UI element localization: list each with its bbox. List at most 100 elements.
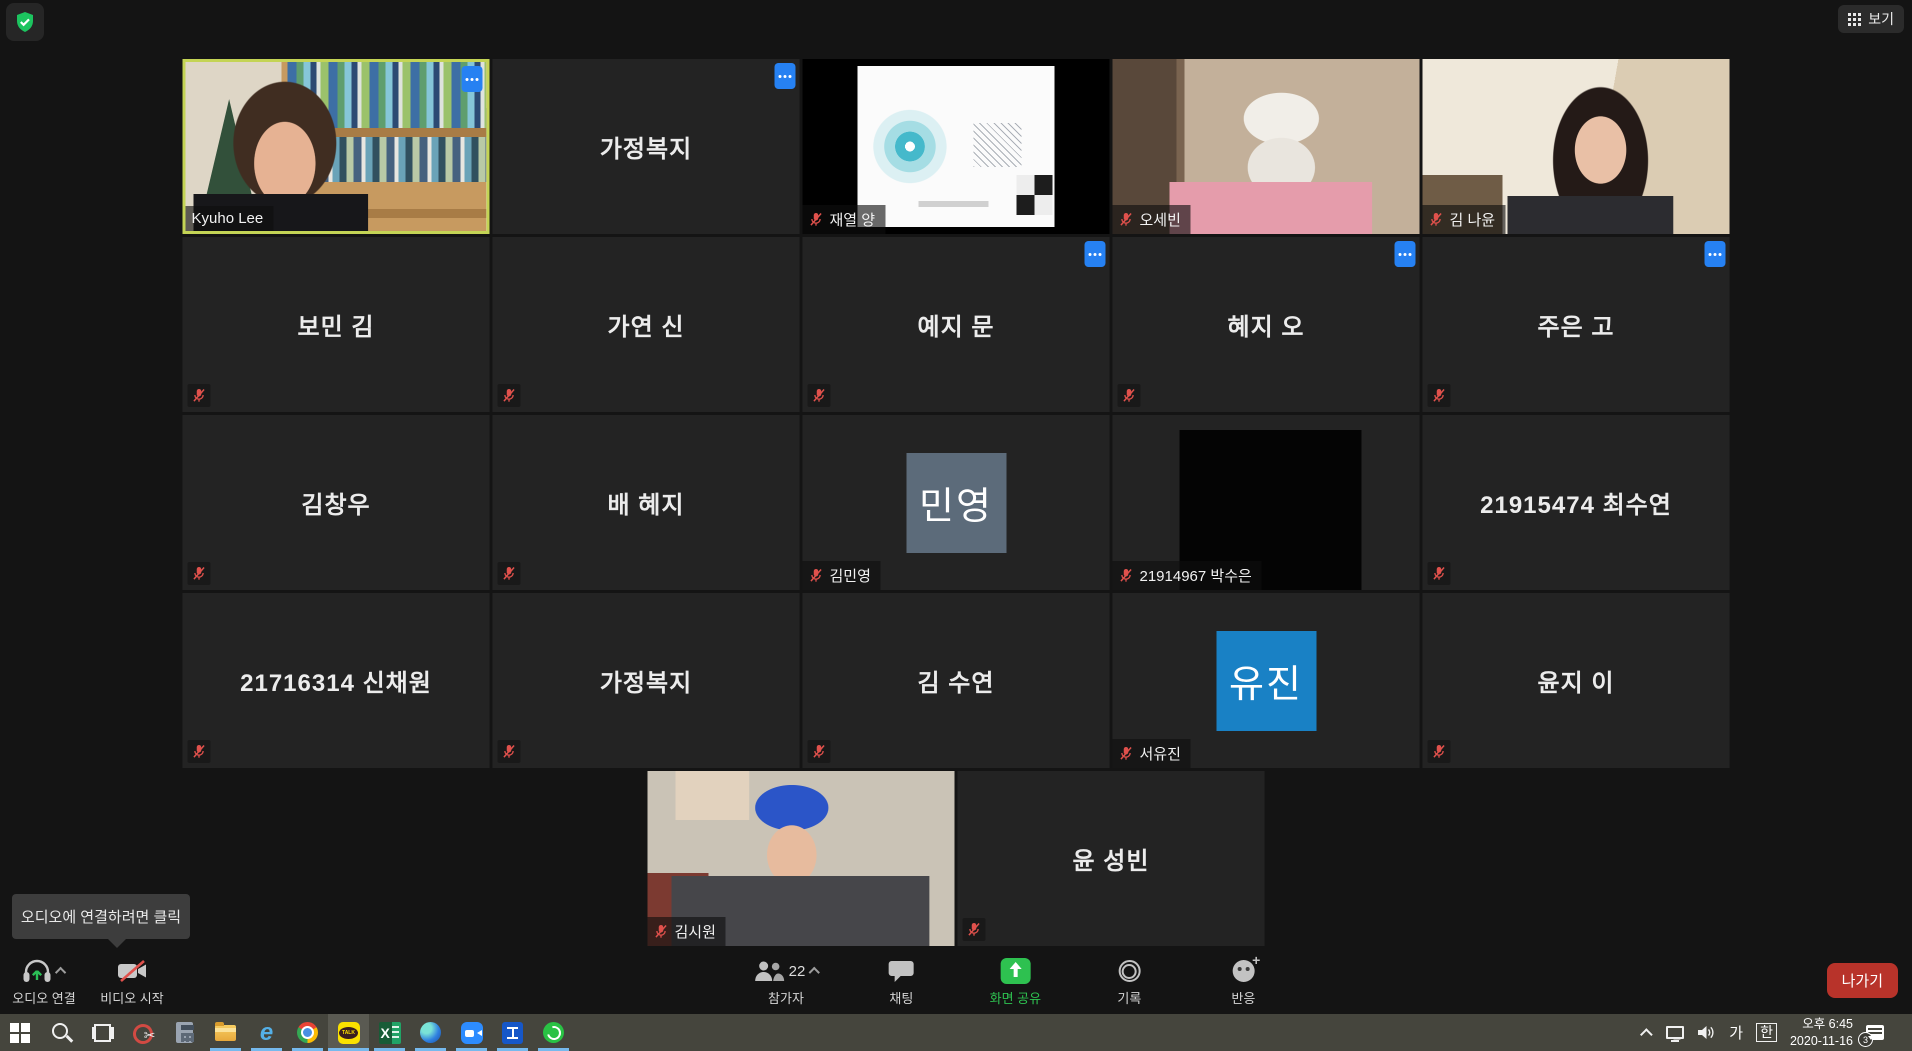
network-icon[interactable] [1666, 1026, 1684, 1039]
taskbar-zoom-button[interactable] [451, 1014, 492, 1051]
participant-tile-gayeon-shin[interactable]: 가연 신 [493, 237, 800, 412]
tile-options-button[interactable] [462, 66, 483, 92]
participant-name: 보민 김 [183, 237, 490, 412]
participant-label-text: 오세빈 [1140, 209, 1181, 230]
participant-tile-yeji-mun[interactable]: 예지 문 [803, 237, 1110, 412]
muted-mic-icon [1119, 212, 1134, 227]
tile-options-button[interactable] [1395, 241, 1416, 267]
system-tray: 가 한 오후 6:45 2020-11-16 3 [1644, 1014, 1912, 1051]
taskbar-excel-button[interactable]: X [369, 1014, 410, 1051]
participant-name: 가정복지 [493, 593, 800, 768]
participant-tile-kim-minyeong[interactable]: 민영김민영 [803, 415, 1110, 590]
video-grid: Kyuho Lee가정복지재열 양오세빈김 나윤보민 김가연 신예지 문혜지 오… [183, 59, 1730, 946]
participant-tile-kim-nayun[interactable]: 김 나윤 [1423, 59, 1730, 234]
taskbar-calculator-button[interactable] [164, 1014, 205, 1051]
participant-tile-kim-changwoo[interactable]: 김창우 [183, 415, 490, 590]
participant-tile-kim-siwon[interactable]: 김시원 [648, 771, 955, 946]
participant-name: 주은 고 [1423, 237, 1730, 412]
reactions-button[interactable]: 반응 [1211, 957, 1275, 1007]
participants-chevron-icon[interactable] [808, 967, 819, 978]
participant-label-text: 재열 양 [830, 209, 876, 230]
taskbar-clock[interactable]: 오후 6:45 2020-11-16 [1790, 1016, 1853, 1050]
muted-mic-icon [498, 562, 521, 585]
share-screen-button[interactable]: 화면 공유 [983, 957, 1047, 1007]
muted-mic-icon [808, 740, 831, 763]
muted-mic-icon [809, 568, 824, 583]
participant-label: 21914967 박수은 [1113, 561, 1262, 590]
tile-options-button[interactable] [1085, 241, 1106, 267]
participant-tile-yun-seongbin[interactable]: 윤 성빈 [958, 771, 1265, 946]
security-shield-icon [14, 11, 36, 33]
hidden-icons-chevron-icon[interactable] [1640, 1028, 1653, 1041]
muted-mic-icon [498, 384, 521, 407]
volume-icon[interactable] [1697, 1025, 1716, 1040]
windows-taskbar: e TALK X 가 한 오후 6:45 2020-11-16 3 [0, 1014, 1912, 1051]
audio-options-chevron-icon[interactable] [55, 967, 66, 978]
participant-tile-gajeongbokji-2[interactable]: 가정복지 [493, 593, 800, 768]
headphones-icon [22, 958, 52, 984]
participant-name: 혜지 오 [1113, 237, 1420, 412]
participant-label: 김시원 [648, 917, 726, 946]
start-video-button[interactable]: 비디오 시작 [100, 957, 164, 1007]
participant-tile-gajeongbokji-1[interactable]: 가정복지 [493, 59, 800, 234]
participant-label: 재열 양 [803, 205, 886, 234]
snipping-tool-icon [133, 1022, 155, 1044]
taskbar-kakaotalk-button[interactable]: TALK [328, 1014, 369, 1051]
participant-tile-hyeji-o[interactable]: 혜지 오 [1113, 237, 1420, 412]
participant-name: 가정복지 [493, 59, 800, 234]
taskbar-chrome-button[interactable] [287, 1014, 328, 1051]
participant-name: 가연 신 [493, 237, 800, 412]
leave-meeting-button[interactable]: 나가기 [1827, 963, 1898, 998]
participant-tile-park-sueun[interactable]: 21914967 박수은 [1113, 415, 1420, 590]
chrome-icon [297, 1022, 318, 1043]
participant-tile-choi-suyeon[interactable]: 21915474 최수연 [1423, 415, 1730, 590]
participant-tile-jueun-go[interactable]: 주은 고 [1423, 237, 1730, 412]
record-button[interactable]: 기록 [1097, 957, 1161, 1007]
ime-korean-a-indicator[interactable]: 가 [1729, 1022, 1743, 1043]
chat-button[interactable]: 채팅 [869, 957, 933, 1007]
participant-name: 김창우 [183, 415, 490, 590]
action-center-icon[interactable]: 3 [1866, 1025, 1884, 1040]
tile-options-button[interactable] [1705, 241, 1726, 267]
participant-tile-shin-chaewon[interactable]: 21716314 신채원 [183, 593, 490, 768]
sync-icon [543, 1022, 564, 1043]
security-shield-button[interactable] [6, 3, 44, 41]
start-icon [10, 1022, 32, 1044]
taskbar-internet-explorer-button[interactable]: e [246, 1014, 287, 1051]
participants-button[interactable]: 22 참가자 [753, 957, 820, 1007]
tile-options-button[interactable] [775, 63, 796, 89]
muted-mic-icon [498, 740, 521, 763]
internet-explorer-icon: e [256, 1022, 278, 1044]
taskbar-file-explorer-button[interactable] [205, 1014, 246, 1051]
view-button[interactable]: 보기 [1838, 5, 1904, 33]
kakaotalk-icon: TALK [338, 1022, 360, 1044]
muted-mic-icon [1119, 746, 1134, 761]
taskbar-start-button[interactable] [0, 1014, 41, 1051]
participants-label: 참가자 [768, 988, 804, 1007]
avatar: 민영 [906, 453, 1006, 553]
participant-tile-bae-hyeji[interactable]: 배 혜지 [493, 415, 800, 590]
participant-tile-yunji-i[interactable]: 윤지 이 [1423, 593, 1730, 768]
taskbar-snipping-tool-button[interactable] [123, 1014, 164, 1051]
participant-tile-kim-suyeon[interactable]: 김 수연 [803, 593, 1110, 768]
participant-label-text: 김민영 [830, 565, 871, 586]
participant-tile-seo-yujin[interactable]: 유진서유진 [1113, 593, 1420, 768]
reactions-label: 반응 [1231, 988, 1255, 1007]
muted-mic-icon [809, 212, 824, 227]
muted-mic-icon [1429, 212, 1444, 227]
participant-tile-kyuho-lee[interactable]: Kyuho Lee [183, 59, 490, 234]
taskbar-hancom-button[interactable] [492, 1014, 533, 1051]
taskbar-edge-button[interactable] [410, 1014, 451, 1051]
taskbar-task-view-button[interactable] [82, 1014, 123, 1051]
taskbar-search-button[interactable] [41, 1014, 82, 1051]
participant-tile-bomin-kim[interactable]: 보민 김 [183, 237, 490, 412]
participant-label: 김 나윤 [1423, 205, 1506, 234]
participant-tile-o-sebin[interactable]: 오세빈 [1113, 59, 1420, 234]
reactions-smiley-icon [1232, 960, 1254, 982]
participant-tile-jaeyeol-yang[interactable]: 재열 양 [803, 59, 1110, 234]
participant-label: 오세빈 [1113, 205, 1191, 234]
ime-han-indicator[interactable]: 한 [1756, 1023, 1777, 1042]
muted-mic-icon [1119, 568, 1134, 583]
join-audio-button[interactable]: 오디오 연결 [12, 957, 76, 1007]
taskbar-sync-button[interactable] [533, 1014, 574, 1051]
